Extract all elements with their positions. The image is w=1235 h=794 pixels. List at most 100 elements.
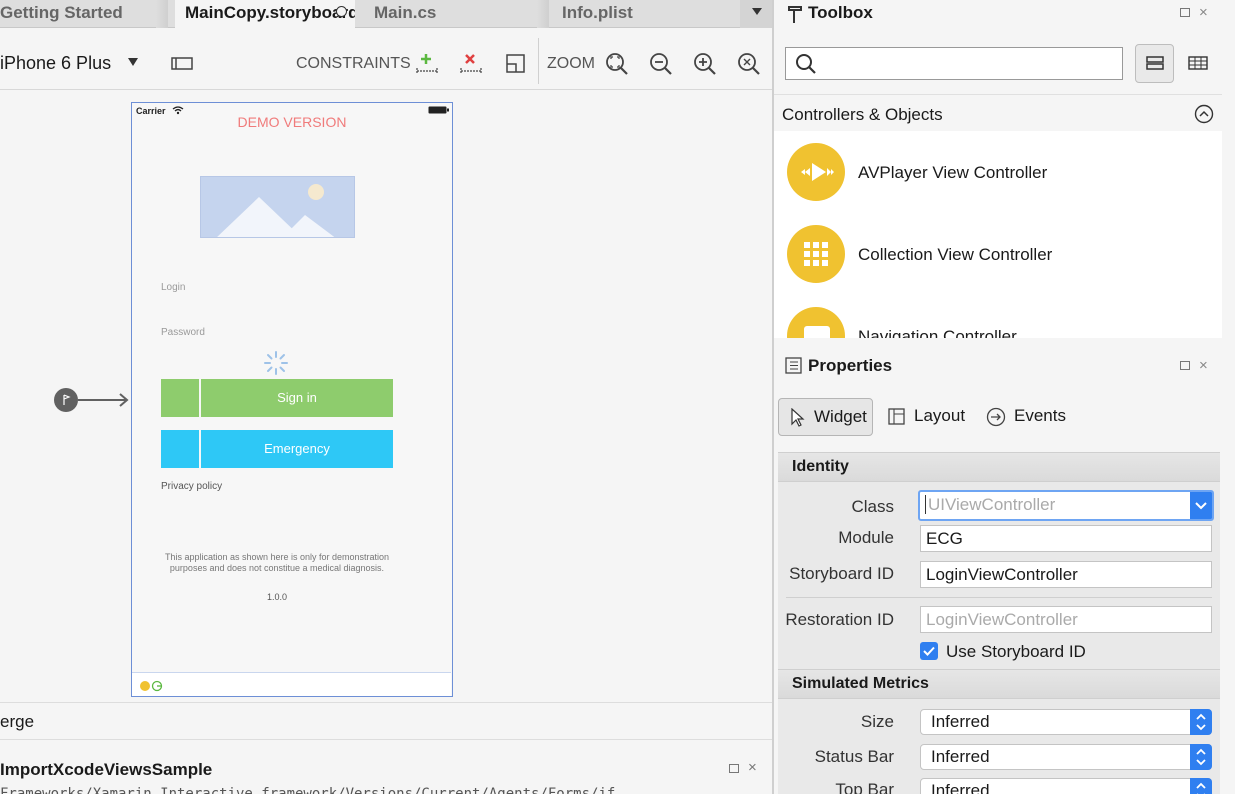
top-bar-label: Top Bar	[835, 780, 894, 794]
class-combo[interactable]: UIViewController	[918, 490, 1214, 521]
close-icon[interactable]: ×	[1199, 357, 1208, 374]
status-bar-select[interactable]: Inferred	[920, 744, 1212, 770]
signin-button[interactable]: Sign in	[201, 379, 393, 417]
toolbox-category-header[interactable]: Controllers & Objects	[774, 94, 1222, 131]
close-icon[interactable]: ×	[748, 759, 757, 776]
restoration-id-field[interactable]: LoginViewController	[920, 606, 1212, 633]
design-canvas[interactable]: Carrier DEMO VERSION Login Password Sign…	[0, 90, 772, 702]
logo-image-placeholder	[200, 176, 355, 238]
module-label: Module	[838, 528, 894, 547]
toolbox-scrollbar[interactable]	[1222, 131, 1235, 338]
divider	[786, 597, 1212, 598]
zoom-in-icon[interactable]	[692, 51, 718, 77]
zoom-reset-icon[interactable]	[736, 51, 762, 77]
image-icon	[217, 184, 335, 237]
category-title: Controllers & Objects	[782, 105, 943, 124]
login-field[interactable]: Login	[161, 282, 185, 293]
tab-overflow-button[interactable]	[740, 0, 772, 28]
tab-label: Events	[1014, 406, 1066, 425]
signin-label: Sign in	[277, 390, 317, 405]
toolbox-item-collection-view[interactable]: Collection View Controller	[774, 213, 1222, 295]
merge-label[interactable]: erge	[0, 712, 34, 732]
password-field[interactable]: Password	[161, 327, 205, 338]
exit-icon[interactable]	[151, 680, 163, 692]
add-constraint-icon[interactable]	[414, 51, 440, 77]
maximize-icon[interactable]	[1180, 361, 1190, 370]
initial-scene-arrow[interactable]	[54, 387, 130, 413]
tab-widget[interactable]: Widget	[778, 398, 873, 436]
disclaimer-text: This application as shown here is only f…	[132, 552, 422, 574]
tab-info-plist[interactable]: Info.plist	[552, 0, 737, 28]
events-icon	[986, 407, 1006, 427]
toolbox-item-label: AVPlayer View Controller	[858, 163, 1048, 182]
tab-main-cs[interactable]: Main.cs	[364, 0, 549, 28]
ide-window: Getting Started MainCopy.storyboard Main…	[0, 0, 1235, 794]
toolbox-item-avplayer[interactable]: AVPlayer View Controller	[774, 131, 1222, 213]
login-view-controller-scene[interactable]: Carrier DEMO VERSION Login Password Sign…	[131, 102, 453, 697]
tab-label: Main.cs	[374, 3, 437, 22]
toolbox-search-input[interactable]	[785, 47, 1123, 80]
merge-bar: erge	[0, 702, 772, 740]
tab-events[interactable]: Events	[984, 398, 1079, 436]
tab-layout[interactable]: Layout	[886, 398, 976, 436]
top-bar-select[interactable]: Inferred	[920, 778, 1212, 794]
privacy-policy-link[interactable]: Privacy policy	[161, 481, 222, 492]
emergency-icon-box[interactable]	[161, 430, 199, 468]
entry-point-icon	[54, 388, 129, 412]
device-selector[interactable]: iPhone 6 Plus	[0, 52, 144, 74]
zoom-fit-icon[interactable]	[604, 51, 630, 77]
chevron-down-icon	[1195, 502, 1207, 510]
pointer-icon	[791, 408, 805, 427]
toolbox-hammer-icon	[788, 6, 802, 23]
module-field[interactable]: ECG	[920, 525, 1212, 552]
orientation-icon[interactable]	[170, 54, 196, 74]
use-storyboard-id-checkbox[interactable]	[920, 642, 938, 660]
simulated-metrics-section-header[interactable]: Simulated Metrics	[778, 669, 1220, 699]
tab-getting-started[interactable]: Getting Started	[0, 0, 168, 28]
stepper-icon	[1190, 744, 1212, 770]
view-controller-icon[interactable]	[139, 680, 151, 692]
identity-section-header[interactable]: Identity	[778, 452, 1220, 482]
toolbox-item-label: Navigation Controller	[858, 327, 1017, 338]
demo-version-label: DEMO VERSION	[237, 114, 347, 130]
frame-icon[interactable]	[505, 53, 527, 75]
emergency-button[interactable]: Emergency	[201, 430, 393, 468]
class-dropdown-button[interactable]	[1190, 492, 1212, 519]
output-pad: ImportXcodeViewsSample × Frameworks/Xama…	[0, 740, 772, 794]
device-label: iPhone 6 Plus	[0, 53, 112, 73]
maximize-icon[interactable]	[729, 764, 739, 773]
tab-label: Layout	[914, 406, 966, 425]
stepper-icon	[1190, 709, 1212, 735]
size-select[interactable]: Inferred	[920, 709, 1212, 735]
maximize-icon[interactable]	[1180, 8, 1190, 17]
toolbox-item-navigation[interactable]: Navigation Controller	[774, 295, 1222, 338]
designer-toolbar: iPhone 6 Plus CONSTRAINTS ZOOM	[0, 28, 772, 90]
close-icon[interactable]: ×	[1199, 4, 1208, 21]
close-icon[interactable]	[336, 6, 347, 17]
identity-section: Class UIViewController Module ECG Storyb…	[778, 482, 1220, 669]
play-icon	[787, 143, 845, 201]
status-bar-value: Inferred	[931, 747, 990, 766]
grid-view-icon[interactable]	[1188, 55, 1210, 73]
version-label: 1.0.0	[266, 592, 288, 602]
toolbox-title: Toolbox	[808, 3, 873, 22]
storyboard-id-field[interactable]: LoginViewController	[920, 561, 1212, 588]
storyboard-id-label: Storyboard ID	[789, 564, 894, 583]
restoration-id-placeholder: LoginViewController	[926, 610, 1078, 629]
module-value: ECG	[926, 529, 963, 548]
status-bar-label: Status Bar	[814, 747, 894, 766]
layout-icon	[888, 408, 905, 425]
restoration-id-label: Restoration ID	[785, 610, 894, 629]
chevron-down-icon	[752, 8, 762, 15]
signin-icon-box[interactable]	[161, 379, 199, 417]
tab-maincopy-storyboard[interactable]: MainCopy.storyboard	[175, 0, 355, 29]
section-title: Identity	[792, 458, 849, 475]
activity-indicator-icon	[264, 351, 288, 375]
output-path: Frameworks/Xamarin.Interactive.framework…	[0, 786, 616, 794]
remove-constraint-icon[interactable]	[458, 51, 484, 77]
disclaimer-line-1: This application as shown here is only f…	[164, 552, 390, 562]
list-view-button[interactable]	[1135, 44, 1174, 83]
zoom-out-icon[interactable]	[648, 51, 674, 77]
emergency-label: Emergency	[264, 441, 330, 456]
class-label: Class	[851, 497, 894, 516]
